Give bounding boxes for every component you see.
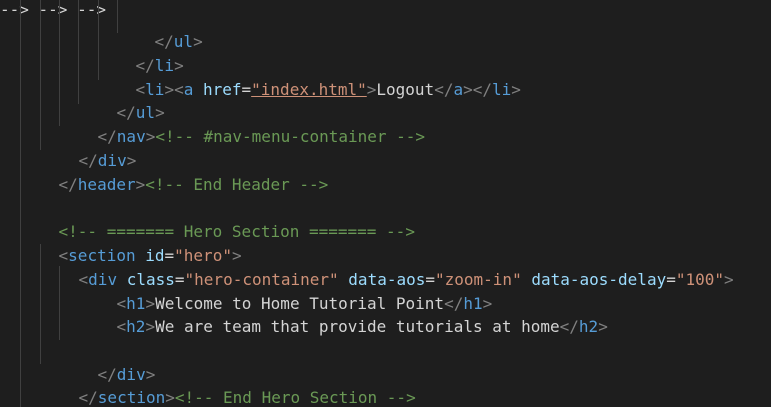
bracket-token: </ xyxy=(78,387,98,407)
code-line[interactable]: <div class="hero-container" data-aos="zo… xyxy=(40,244,734,289)
tag-token: a xyxy=(183,79,194,99)
code-line[interactable]: </header><!-- End Header --> xyxy=(20,149,329,194)
bracket-token: </ xyxy=(434,79,454,99)
code-line[interactable]: </div> xyxy=(40,125,137,170)
string-token: "100" xyxy=(675,269,725,289)
bracket-token: </ xyxy=(58,174,78,194)
code-line-fragment[interactable] xyxy=(280,0,319,5)
bracket-token: > xyxy=(724,269,734,289)
code-line[interactable]: <!-- ======= Hero Section ======= --> xyxy=(20,196,415,241)
text-token: We are team that provide tutorials at ho… xyxy=(155,316,560,336)
bracket-token: > xyxy=(165,387,175,407)
comment-token: <!-- #nav-menu-container --> xyxy=(155,126,426,146)
code-line[interactable]: <section id="hero"> xyxy=(20,220,242,265)
code-line[interactable]: </nav><!-- #nav-menu-container --> xyxy=(59,101,426,146)
bracket-token: < xyxy=(116,316,127,336)
tag-token: section xyxy=(97,387,166,407)
text-token: Logout xyxy=(376,79,435,99)
code-line[interactable]: </ul> xyxy=(78,77,165,122)
bracket-token: ></ xyxy=(463,79,492,99)
bracket-token: </ xyxy=(559,316,579,336)
code-editor[interactable]: </ul> </li> <li><a href="index.html">Log… xyxy=(0,0,771,407)
bracket-token: > xyxy=(193,31,203,51)
bracket-token: > xyxy=(598,316,608,336)
attribute-token: data-aos-delay xyxy=(531,269,667,289)
tag-token: li xyxy=(492,79,512,99)
code-line[interactable]: </div> xyxy=(59,339,156,384)
attribute-token: href xyxy=(202,79,242,99)
bracket-token: > xyxy=(135,174,146,194)
code-line[interactable]: </section><!-- End Hero Section --> xyxy=(40,362,416,407)
tag-token: header xyxy=(77,174,136,194)
code-line[interactable]: <h2>We are team that provide tutorials a… xyxy=(78,291,608,336)
bracket-token: > xyxy=(511,79,521,99)
comment-token: <!-- End Header --> xyxy=(145,174,329,194)
bracket-token: > xyxy=(145,126,156,146)
code-line[interactable]: </ul> xyxy=(116,6,203,51)
code-line[interactable]: </li> xyxy=(97,30,184,75)
tag-token: h2 xyxy=(126,316,146,336)
bracket-token: > xyxy=(366,79,377,99)
bracket-token: >< xyxy=(164,79,184,99)
tag-token: a xyxy=(453,79,464,99)
bracket-token: > xyxy=(145,316,156,336)
link-string-token[interactable]: "index.html" xyxy=(251,80,367,99)
comment-token: <!-- End Hero Section --> xyxy=(174,387,416,407)
code-line[interactable]: <li><a href="index.html">Logout</a></li> xyxy=(97,54,521,99)
tag-token: h2 xyxy=(578,316,599,336)
code-line[interactable]: <h1>Welcome to Home Tutorial Point</h1> xyxy=(78,268,493,313)
